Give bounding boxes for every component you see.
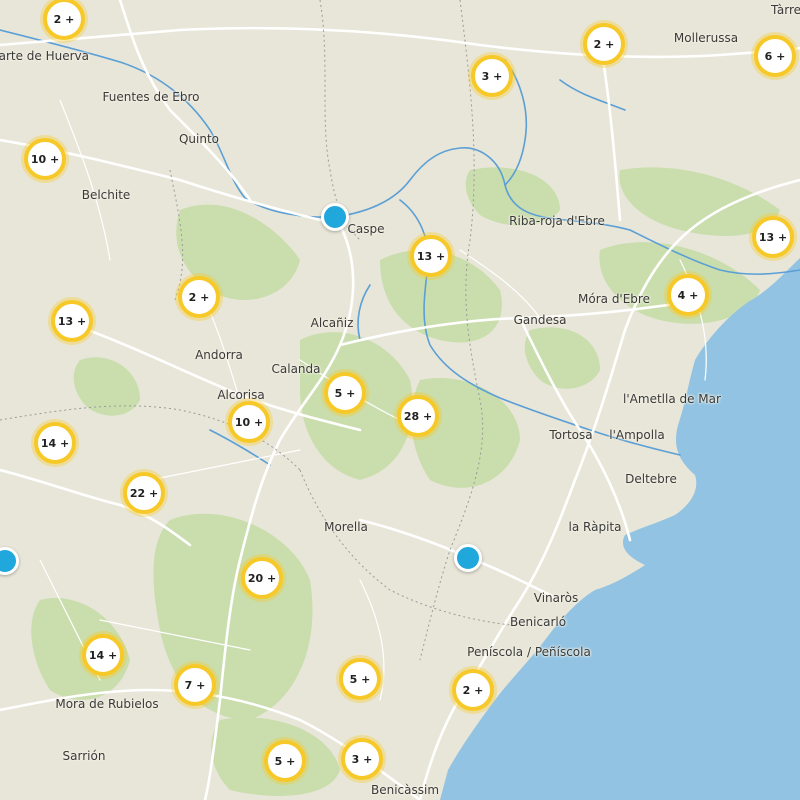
place-label-riba-roja: Riba-roja d'Ebre	[509, 214, 605, 228]
cluster-marker[interactable]: 2 +	[452, 669, 494, 711]
place-label-andorra: Andorra	[195, 348, 243, 362]
place-label-vinaros: Vinaròs	[533, 591, 579, 605]
cluster-marker[interactable]: 3 +	[341, 738, 383, 780]
cluster-marker[interactable]: 2 +	[583, 23, 625, 65]
cluster-marker[interactable]: 3 +	[471, 55, 513, 97]
cluster-marker[interactable]: 28 +	[397, 395, 439, 437]
place-label-mollerussa: Mollerussa	[673, 31, 739, 45]
place-label-cuarte-de-huerva: uarte de Huerva	[0, 49, 90, 63]
cluster-marker[interactable]: 14 +	[82, 634, 124, 676]
place-label-lametlla: l'Ametlla de Mar	[623, 392, 721, 406]
place-label-quinto: Quinto	[178, 132, 220, 146]
cluster-marker[interactable]: 10 +	[228, 401, 270, 443]
place-label-caspe: Caspe	[347, 222, 385, 236]
cluster-marker[interactable]: 14 +	[34, 422, 76, 464]
place-label-benicassim: Benicàssim	[370, 783, 440, 797]
place-label-peniscola: Peníscola / Peñíscola	[467, 645, 591, 659]
place-label-lampolla: l'Ampolla	[609, 428, 665, 442]
place-label-mora-debre: Móra d'Ebre	[578, 292, 650, 306]
place-label-sarrion: Sarrión	[62, 749, 106, 763]
map-view[interactable]: uarte de Huerva Fuentes de Ebro Quinto B…	[0, 0, 800, 800]
cluster-marker[interactable]: 22 +	[123, 472, 165, 514]
cluster-marker[interactable]: 13 +	[51, 300, 93, 342]
place-label-fuentes-de-ebro: Fuentes de Ebro	[102, 90, 200, 104]
cluster-marker[interactable]: 13 +	[752, 216, 794, 258]
location-marker[interactable]	[321, 203, 349, 231]
place-label-tortosa: Tortosa	[549, 428, 593, 442]
cluster-marker[interactable]: 5 +	[339, 658, 381, 700]
cluster-marker[interactable]: 5 +	[264, 740, 306, 782]
cluster-marker[interactable]: 13 +	[410, 235, 452, 277]
cluster-marker[interactable]: 4 +	[667, 274, 709, 316]
place-label-benicarlo: Benicarló	[509, 615, 567, 629]
cluster-marker[interactable]: 10 +	[24, 138, 66, 180]
cluster-marker[interactable]: 20 +	[241, 557, 283, 599]
place-label-deltebre: Deltebre	[625, 472, 677, 486]
cluster-marker[interactable]: 6 +	[754, 35, 796, 77]
cluster-marker[interactable]: 7 +	[174, 664, 216, 706]
place-label-tarrega: Tàrre	[770, 3, 800, 17]
place-label-alcaniz: Alcañiz	[310, 316, 354, 330]
place-label-morella: Morella	[324, 520, 368, 534]
location-marker[interactable]	[454, 544, 482, 572]
place-label-la-rapita: la Ràpita	[568, 520, 622, 534]
cluster-marker[interactable]: 2 +	[178, 276, 220, 318]
place-label-mora-de-rubielos: Mora de Rubielos	[55, 697, 159, 711]
place-label-alcorisa: Alcorisa	[217, 388, 265, 402]
cluster-marker[interactable]: 2 +	[43, 0, 85, 40]
cluster-marker[interactable]: 5 +	[324, 372, 366, 414]
place-label-gandesa: Gandesa	[513, 313, 567, 327]
place-label-belchite: Belchite	[81, 188, 131, 202]
place-label-calanda: Calanda	[271, 362, 321, 376]
